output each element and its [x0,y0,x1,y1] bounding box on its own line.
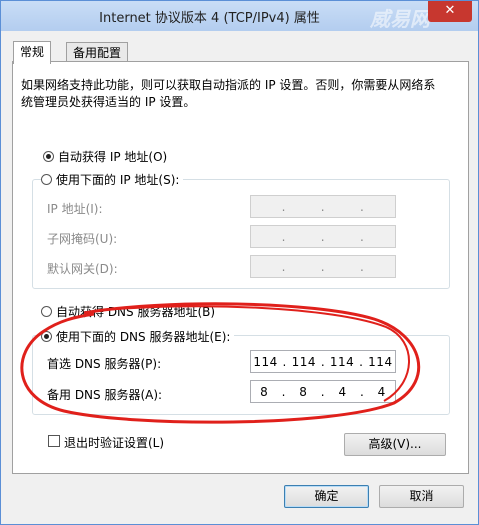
description-text: 如果网络支持此功能，则可以获取自动指派的 IP 设置。否则，你需要从网络系统管理… [21,78,436,109]
subnet-mask-input: ... [250,225,396,248]
auto-ip-radio[interactable] [43,151,54,162]
default-gateway-label: 默认网关(D): [47,262,118,276]
tab-general[interactable]: 常规 [13,41,52,64]
close-button[interactable]: ✕ [428,1,472,22]
ip-address-input: ... [250,195,396,218]
ok-button[interactable]: 确定 [284,485,369,508]
auto-ip-option[interactable]: 自动获得 IP 地址(O) [43,148,172,165]
manual-dns-radio[interactable] [41,331,52,342]
title-bar: Internet 协议版本 4 (TCP/IPv4) 属性 威易网 ✕ [1,1,478,31]
dns-server-group [32,335,450,415]
auto-ip-label: 自动获得 IP 地址(O) [58,150,168,164]
alternate-dns-label: 备用 DNS 服务器(A): [47,388,163,402]
manual-ip-option[interactable]: 使用下面的 IP 地址(S): [41,171,184,188]
validate-on-exit-checkbox[interactable] [48,435,60,447]
auto-dns-radio[interactable] [41,306,52,317]
ip-address-label: IP 地址(I): [47,202,103,216]
preferred-dns-input[interactable]: 114. 114. 114. 114 [250,350,396,373]
tab-alternate-config[interactable]: 备用配置 [66,42,129,63]
cancel-button[interactable]: 取消 [379,485,464,508]
manual-ip-radio[interactable] [41,174,52,185]
subnet-mask-label: 子网掩码(U): [47,232,118,246]
window-title: Internet 协议版本 4 (TCP/IPv4) 属性 [99,11,320,26]
validate-on-exit-label: 退出时验证设置(L) [64,436,165,450]
manual-dns-option[interactable]: 使用下面的 DNS 服务器地址(E): [41,328,235,345]
dialog-window: Internet 协议版本 4 (TCP/IPv4) 属性 威易网 ✕ 常规 备… [0,0,479,525]
advanced-button[interactable]: 高级(V)... [344,433,446,456]
preferred-dns-label: 首选 DNS 服务器(P): [47,357,162,371]
manual-ip-label: 使用下面的 IP 地址(S): [56,173,180,187]
manual-dns-label: 使用下面的 DNS 服务器地址(E): [56,330,231,344]
watermark-logo: 威易网 [370,7,430,31]
auto-dns-option[interactable]: 自动获得 DNS 服务器地址(B) [41,303,220,320]
default-gateway-input: ... [250,255,396,278]
alternate-dns-input[interactable]: 8.8.4.4 [250,380,396,403]
auto-dns-label: 自动获得 DNS 服务器地址(B) [56,305,216,319]
